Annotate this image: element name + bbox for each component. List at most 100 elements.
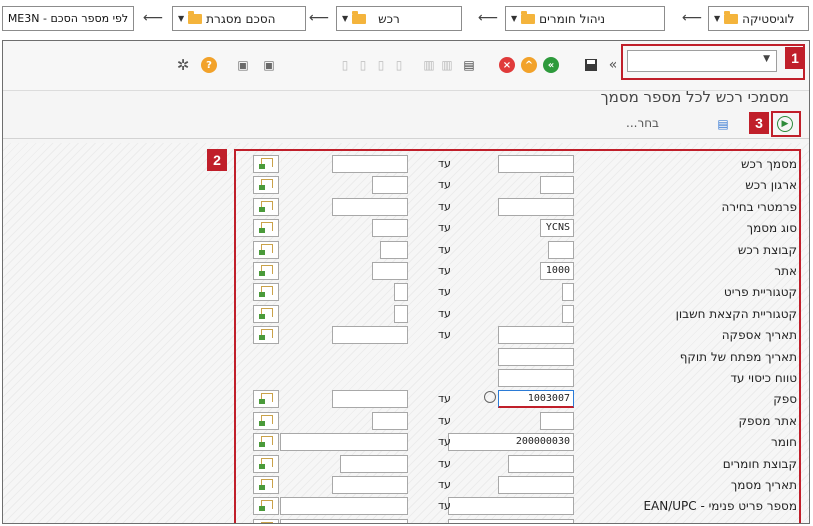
to-label: עד — [438, 392, 451, 406]
badge-3: 3 — [749, 112, 769, 134]
from-value-input[interactable] — [562, 283, 574, 302]
application-toolbar: ▶ 3 ▤ בחר... — [3, 109, 809, 139]
to-value-input[interactable] — [332, 155, 408, 173]
field-label: תאריך מסמך — [730, 478, 797, 492]
to-value-input[interactable] — [372, 176, 408, 195]
breadcrumb-purchasing[interactable]: ▼ רכש — [336, 6, 462, 31]
search-help-icon[interactable] — [484, 391, 496, 404]
multiple-selection-button[interactable] — [253, 326, 279, 345]
to-value-input[interactable] — [394, 283, 408, 302]
from-value-input[interactable]: YCNS — [540, 219, 574, 238]
selection-row: אתר מספק עד — [236, 410, 799, 432]
variant-icon[interactable]: ▤ — [715, 116, 731, 132]
breadcrumb-outline-agreement[interactable]: ▼ הסכם מסגרת — [172, 6, 306, 31]
to-value-input[interactable] — [280, 433, 408, 452]
multiple-selection-button[interactable] — [253, 176, 279, 195]
from-value-input[interactable] — [498, 197, 574, 216]
breadcrumb-logistics[interactable]: ▼ לוגיסטיקה — [708, 6, 809, 31]
page-title: מסמכי רכש לכל מספר מסמך — [600, 88, 789, 106]
sap-window: ▼ 1 « « ^ × ▤ ▥ ▥ ▯ ▯ ▯ ▯ ▣ ▣ ? ✲ מסמכי … — [2, 40, 810, 524]
selection-row: קבוצת חומרים עד — [236, 453, 799, 475]
to-label: עד — [438, 199, 451, 213]
from-value-input[interactable] — [498, 326, 574, 345]
multiple-selection-button[interactable] — [253, 518, 279, 523]
exit-icon[interactable]: ^ — [521, 57, 537, 73]
from-value-input[interactable] — [548, 240, 574, 259]
breadcrumb-materials-management[interactable]: ▼ ניהול חומרים — [505, 6, 665, 31]
selection-row: מספר פריט פנימי - EAN/UPC עד — [236, 495, 799, 517]
from-value-input[interactable]: 1000 — [540, 262, 574, 280]
field-label: מסמך רכש — [741, 157, 797, 171]
to-value-input[interactable] — [332, 476, 408, 494]
arrow-left-icon: ⟵ — [682, 10, 703, 26]
selection-row: קטגוריית פריט עד — [236, 281, 799, 303]
multiple-selection-button[interactable] — [253, 155, 279, 173]
to-value-input[interactable] — [340, 454, 408, 473]
breadcrumb-transaction[interactable]: ME3N - לפי מספר הסכם — [2, 6, 134, 31]
field-label: מספר פריט פנימי - EAN/UPC — [643, 499, 797, 514]
to-value-input[interactable] — [372, 411, 408, 430]
cancel-icon[interactable]: × — [499, 57, 515, 73]
from-value-input[interactable] — [498, 476, 574, 494]
to-value-input[interactable] — [332, 390, 408, 409]
folder-icon — [724, 10, 739, 24]
multiple-selection-icon — [259, 265, 273, 277]
back-icon[interactable]: « — [543, 57, 559, 73]
to-value-input[interactable] — [332, 197, 408, 216]
from-value-input[interactable] — [508, 454, 574, 473]
to-value-input[interactable] — [280, 518, 408, 523]
to-label: עד — [438, 306, 451, 320]
new-session-icon[interactable]: ▣ — [261, 57, 277, 73]
multiple-selection-button[interactable] — [253, 304, 279, 323]
to-value-input[interactable] — [372, 219, 408, 238]
multiple-selection-icon — [259, 393, 273, 405]
to-value-input[interactable] — [394, 304, 408, 323]
selection-row: סוג מסמך YCNS עד — [236, 217, 799, 239]
to-value-input[interactable] — [380, 240, 408, 259]
to-value-input[interactable] — [280, 497, 408, 516]
multiple-selection-button[interactable] — [253, 411, 279, 430]
print-icon[interactable]: ▤ — [461, 57, 477, 73]
multiple-selection-icon — [259, 329, 273, 341]
from-value-input[interactable] — [540, 411, 574, 430]
gear-icon[interactable]: ✲ — [175, 56, 191, 74]
multiple-selection-button[interactable] — [253, 262, 279, 280]
to-value-input[interactable] — [332, 326, 408, 345]
badge-2: 2 — [207, 149, 227, 171]
multiple-selection-button[interactable] — [253, 240, 279, 259]
multiple-selection-button[interactable] — [253, 219, 279, 238]
multiple-selection-button[interactable] — [253, 454, 279, 473]
to-label: עד — [438, 413, 451, 427]
from-value-input[interactable]: 1003007 — [498, 390, 574, 409]
from-value-input[interactable] — [448, 497, 574, 516]
to-label: עד — [438, 499, 451, 513]
multiple-selection-button[interactable] — [253, 433, 279, 452]
from-value-input[interactable] — [498, 155, 574, 173]
breadcrumb-label: רכש — [378, 11, 400, 26]
to-label: עד — [438, 521, 451, 523]
from-value-input[interactable] — [448, 518, 574, 523]
from-value-input[interactable]: 200000030 — [448, 433, 574, 452]
help-icon[interactable]: ? — [201, 57, 217, 73]
to-value-input[interactable] — [372, 262, 408, 280]
folder-icon — [188, 10, 203, 24]
save-icon[interactable] — [583, 57, 599, 73]
selection-row: אתר 1000 עד — [236, 260, 799, 282]
shortcut-icon[interactable]: ▣ — [235, 57, 251, 73]
from-value-input[interactable] — [562, 304, 574, 323]
from-value-input[interactable] — [498, 347, 574, 366]
to-label: עד — [438, 328, 451, 342]
from-value-input[interactable] — [498, 369, 574, 387]
multiple-selection-button[interactable] — [253, 390, 279, 409]
multiple-selection-button[interactable] — [253, 283, 279, 302]
multiple-selection-icon — [259, 436, 273, 448]
multiple-selection-button[interactable] — [253, 197, 279, 216]
field-label: פרמטרי בחירה — [721, 199, 797, 214]
multiple-selection-button[interactable] — [253, 476, 279, 494]
from-value-input[interactable] — [540, 176, 574, 195]
multiple-selection-button[interactable] — [253, 497, 279, 516]
arrow-left-icon: ⟵ — [309, 10, 330, 26]
selection-row: תאריך מפתח של תוקף — [236, 346, 799, 368]
choose-button[interactable]: בחר... — [626, 116, 659, 130]
double-chevron-icon[interactable]: « — [605, 57, 621, 73]
